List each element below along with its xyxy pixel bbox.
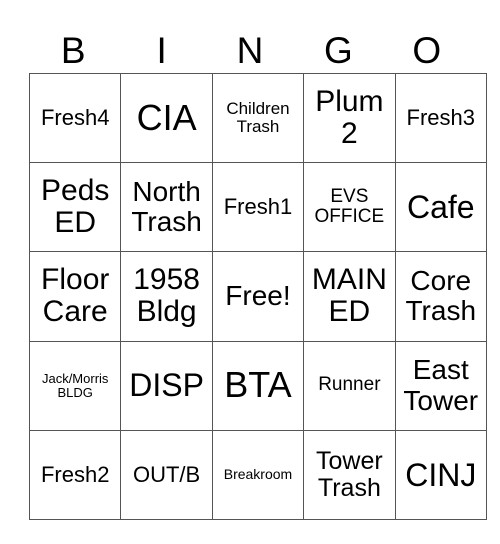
bingo-cell[interactable]: Core Trash <box>394 251 487 342</box>
card-row-3: Floor Care 1958 Bldg Free! MAIN ED Core … <box>28 251 487 342</box>
bingo-cell[interactable]: Breakroom <box>211 429 305 520</box>
bingo-cell[interactable]: Fresh2 <box>28 429 122 520</box>
bingo-cell[interactable]: Tower Trash <box>303 429 396 520</box>
header-letter-n: N <box>236 30 264 71</box>
bingo-cell[interactable]: 1958 Bldg <box>120 251 213 342</box>
bingo-cell[interactable]: Fresh4 <box>28 72 122 164</box>
header-letter-o: O <box>412 30 442 71</box>
header-letter-g: G <box>323 30 353 71</box>
bingo-cell[interactable]: CIA <box>120 72 213 164</box>
bingo-cell[interactable]: East Tower <box>394 340 487 431</box>
header-letter-b: B <box>60 30 86 71</box>
bingo-cell[interactable]: Jack/Morris BLDG <box>28 340 122 431</box>
bingo-card-grid: Fresh4 CIA Children Trash Plum 2 Fresh3 … <box>28 72 487 520</box>
bingo-cell[interactable]: Children Trash <box>211 72 305 164</box>
card-row-1: Fresh4 CIA Children Trash Plum 2 Fresh3 <box>28 72 487 164</box>
header-letter-i: I <box>156 30 167 71</box>
bingo-cell[interactable]: DISP <box>120 340 213 431</box>
bingo-cell[interactable]: Cafe <box>394 162 487 253</box>
bingo-cell[interactable]: Plum 2 <box>303 72 396 164</box>
card-row-2: Peds ED North Trash Fresh1 EVS OFFICE Ca… <box>28 162 487 253</box>
bingo-cell[interactable]: Runner <box>303 340 396 431</box>
bingo-header: B I N G O <box>29 30 471 72</box>
bingo-cell[interactable]: OUT/B <box>120 429 213 520</box>
bingo-cell[interactable]: Fresh3 <box>394 72 487 164</box>
bingo-cell[interactable]: North Trash <box>120 162 213 253</box>
bingo-cell[interactable]: BTA <box>211 340 305 431</box>
bingo-cell[interactable]: Peds ED <box>28 162 122 253</box>
free-space-cell[interactable]: Free! <box>211 251 305 342</box>
bingo-cell[interactable]: EVS OFFICE <box>303 162 396 253</box>
card-row-5: Fresh2 OUT/B Breakroom Tower Trash CINJ <box>28 429 487 520</box>
bingo-cell[interactable]: CINJ <box>394 429 487 520</box>
bingo-cell[interactable]: Fresh1 <box>211 162 305 253</box>
bingo-cell[interactable]: Floor Care <box>28 251 122 342</box>
card-row-4: Jack/Morris BLDG DISP BTA Runner East To… <box>28 340 487 431</box>
bingo-cell[interactable]: MAIN ED <box>303 251 396 342</box>
